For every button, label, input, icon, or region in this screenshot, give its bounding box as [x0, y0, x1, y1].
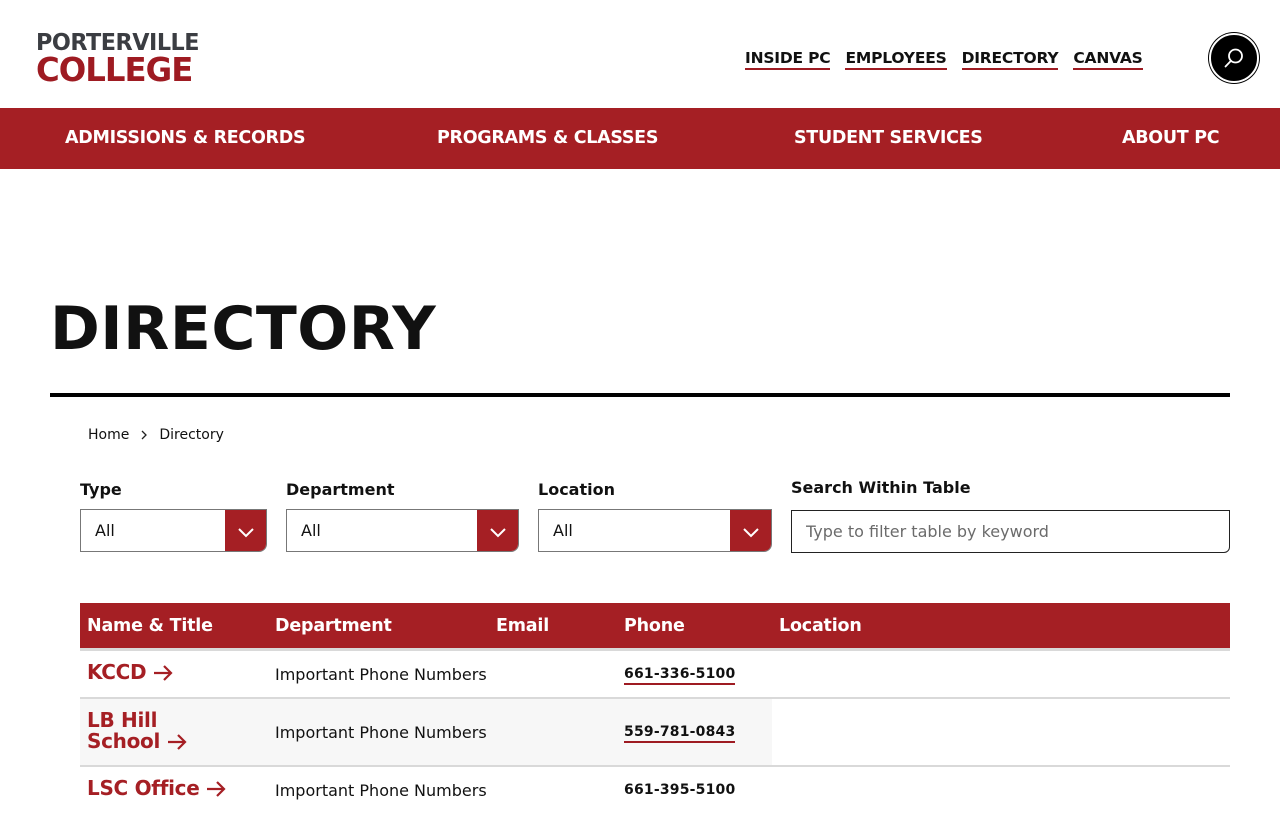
directory-table-header: Name & Title Department Email Phone Loca…: [80, 603, 1230, 651]
row-department: Important Phone Numbers: [275, 665, 487, 684]
department-select[interactable]: All: [286, 509, 519, 552]
search-table-label: Search Within Table: [791, 478, 971, 497]
type-filter-label: Type: [80, 480, 122, 499]
location-select-value: All: [553, 521, 573, 540]
nav-admissions-records[interactable]: ADMISSIONS & RECORDS: [65, 128, 306, 148]
site-search-button[interactable]: [1209, 33, 1259, 83]
nav-about-pc[interactable]: ABOUT PC: [1122, 128, 1220, 148]
utility-link-directory[interactable]: DIRECTORY: [961, 49, 1059, 70]
table-row: LSC Office Important Phone Numbers 661-3…: [80, 767, 1230, 813]
search-table-input[interactable]: [791, 510, 1230, 553]
location-filter-label: Location: [538, 480, 615, 499]
breadcrumb-home[interactable]: Home: [88, 427, 129, 443]
row-phone-link[interactable]: 661-336-5100: [624, 666, 736, 685]
chevron-down-icon: [225, 510, 266, 551]
arrow-right-icon: [207, 781, 227, 797]
row-name-text: KCCD: [87, 660, 147, 684]
porterville-college-logo[interactable]: PORTERVILLE COLLEGE: [36, 32, 216, 89]
title-divider: [50, 393, 1230, 397]
page-title: DIRECTORY: [50, 294, 437, 364]
department-select-value: All: [301, 521, 321, 540]
main-nav: ADMISSIONS & RECORDS PROGRAMS & CLASSES …: [0, 108, 1280, 169]
logo-line-college: COLLEGE: [36, 50, 193, 89]
column-header-phone[interactable]: Phone: [624, 616, 685, 636]
table-row: KCCD Important Phone Numbers 661-336-510…: [80, 651, 1230, 699]
row-name-text: LSC Office: [87, 776, 200, 800]
row-name-text-line2: School: [87, 729, 161, 753]
column-header-email[interactable]: Email: [496, 616, 549, 636]
utility-link-canvas[interactable]: CANVAS: [1073, 49, 1143, 70]
utility-nav: INSIDE PC EMPLOYEES DIRECTORY CANVAS: [745, 49, 1143, 70]
type-select[interactable]: All: [80, 509, 267, 552]
search-icon: [1224, 48, 1243, 68]
chevron-down-icon: [730, 510, 771, 551]
chevron-down-icon: [477, 510, 518, 551]
row-name-link[interactable]: LSC Office: [87, 778, 227, 799]
row-name-link[interactable]: LB Hill School: [87, 710, 188, 752]
nav-student-services[interactable]: STUDENT SERVICES: [794, 128, 983, 148]
row-department: Important Phone Numbers: [275, 723, 487, 742]
row-phone-text: 661-395-5100: [624, 782, 736, 798]
department-filter-label: Department: [286, 480, 395, 499]
chevron-right-icon: [141, 430, 148, 440]
table-row: LB Hill School Important Phone Numbers 5…: [80, 699, 1230, 767]
column-header-name-title[interactable]: Name & Title: [87, 616, 213, 636]
arrow-right-icon: [168, 734, 187, 750]
location-select[interactable]: All: [538, 509, 772, 552]
type-select-value: All: [95, 521, 115, 540]
nav-programs-classes[interactable]: PROGRAMS & CLASSES: [437, 128, 658, 148]
breadcrumb: Home Directory: [88, 427, 224, 443]
utility-link-employees[interactable]: EMPLOYEES: [845, 49, 947, 70]
row-phone-link[interactable]: 559-781-0843: [624, 724, 736, 743]
utility-link-inside-pc[interactable]: INSIDE PC: [745, 49, 831, 70]
column-header-location[interactable]: Location: [779, 616, 862, 636]
row-department: Important Phone Numbers: [275, 781, 487, 800]
column-header-department[interactable]: Department: [275, 616, 392, 636]
row-name-link[interactable]: KCCD: [87, 662, 174, 683]
breadcrumb-current: Directory: [159, 427, 224, 443]
arrow-right-icon: [154, 665, 173, 681]
